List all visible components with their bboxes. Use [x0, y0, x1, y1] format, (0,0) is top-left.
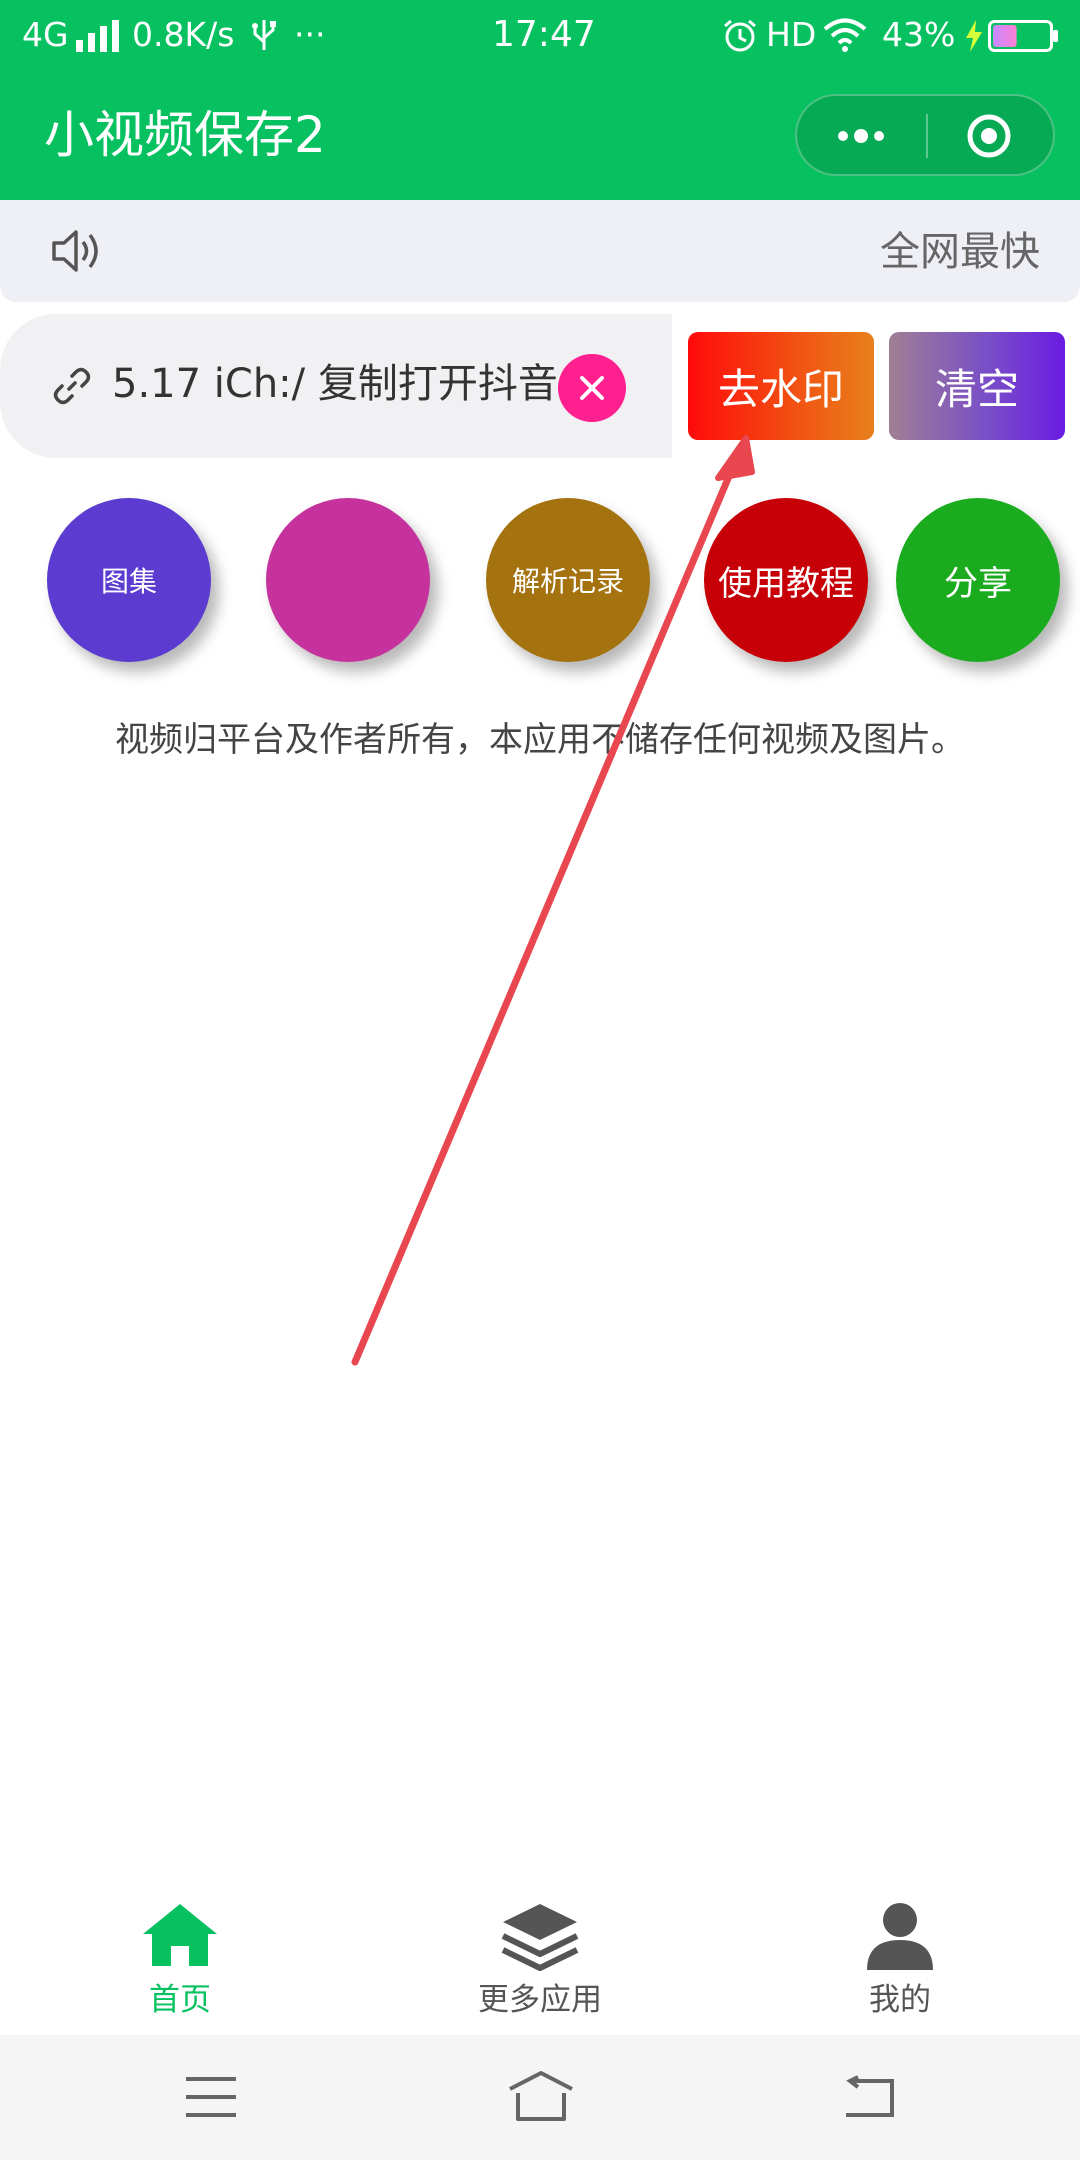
- back-icon[interactable]: [842, 2075, 896, 2119]
- mini-program-capsule: [795, 94, 1055, 176]
- notice-text: 全网最快: [880, 229, 1040, 275]
- link-icon: [53, 367, 91, 405]
- remove-watermark-button[interactable]: 去水印: [688, 332, 874, 440]
- battery-percent: 43%: [882, 15, 956, 54]
- tab-home-label: 首页: [149, 1982, 211, 2018]
- layers-icon: [501, 1904, 579, 1971]
- link-input[interactable]: 5.17 iCh:/ 复制打开抖音: [0, 314, 672, 458]
- link-input-value[interactable]: 5.17 iCh:/ 复制打开抖音: [112, 354, 558, 414]
- share-button[interactable]: 分享: [896, 498, 1060, 662]
- menu-icon[interactable]: [184, 2075, 238, 2119]
- parse-history-button[interactable]: 解析记录: [486, 498, 650, 662]
- network-type: 4G: [22, 15, 69, 54]
- tab-mine-label: 我的: [869, 1982, 931, 2018]
- status-more-dots: ···: [294, 15, 326, 54]
- battery-icon: [988, 20, 1058, 52]
- more-dots-icon[interactable]: [831, 116, 891, 156]
- app-title: 小视频保存2: [44, 106, 326, 164]
- system-nav-bar: [0, 2035, 1080, 2160]
- gallery-button[interactable]: 图集: [47, 498, 211, 662]
- net-speed: 0.8K/s: [132, 15, 235, 54]
- charging-icon: [966, 20, 982, 52]
- notice-bar: 全网最快: [0, 200, 1080, 302]
- tab-home[interactable]: 首页: [30, 1880, 330, 2035]
- tab-more-apps[interactable]: 更多应用: [390, 1880, 690, 2035]
- signal-icon: [76, 20, 119, 52]
- tab-bar: 首页 更多应用 我的: [0, 1880, 1080, 2035]
- home-outline-icon[interactable]: [506, 2069, 576, 2123]
- title-bar: 小视频保存2: [0, 70, 1080, 200]
- unlabeled-circle-button[interactable]: [266, 498, 430, 662]
- wifi-icon: [823, 18, 867, 52]
- usb-icon: [252, 20, 276, 50]
- user-icon: [867, 1903, 933, 1970]
- clear-input-button[interactable]: [558, 354, 626, 422]
- tutorial-button[interactable]: 使用教程: [704, 498, 868, 662]
- home-icon: [143, 1904, 217, 1966]
- speaker-icon[interactable]: [50, 226, 106, 276]
- tab-mine[interactable]: 我的: [750, 1880, 1050, 2035]
- capsule-divider: [926, 114, 928, 158]
- tab-more-apps-label: 更多应用: [478, 1982, 602, 2018]
- clock: 17:47: [492, 14, 596, 55]
- close-target-icon[interactable]: [965, 112, 1013, 160]
- status-bar: 4G 0.8K/s ··· 17:47 HD 43%: [0, 0, 1080, 70]
- disclaimer-text: 视频归平台及作者所有，本应用不储存任何视频及图片。: [115, 720, 965, 760]
- close-icon: [580, 376, 604, 400]
- hd-indicator: HD: [766, 15, 817, 54]
- clear-button[interactable]: 清空: [889, 332, 1065, 440]
- alarm-icon: [724, 19, 756, 52]
